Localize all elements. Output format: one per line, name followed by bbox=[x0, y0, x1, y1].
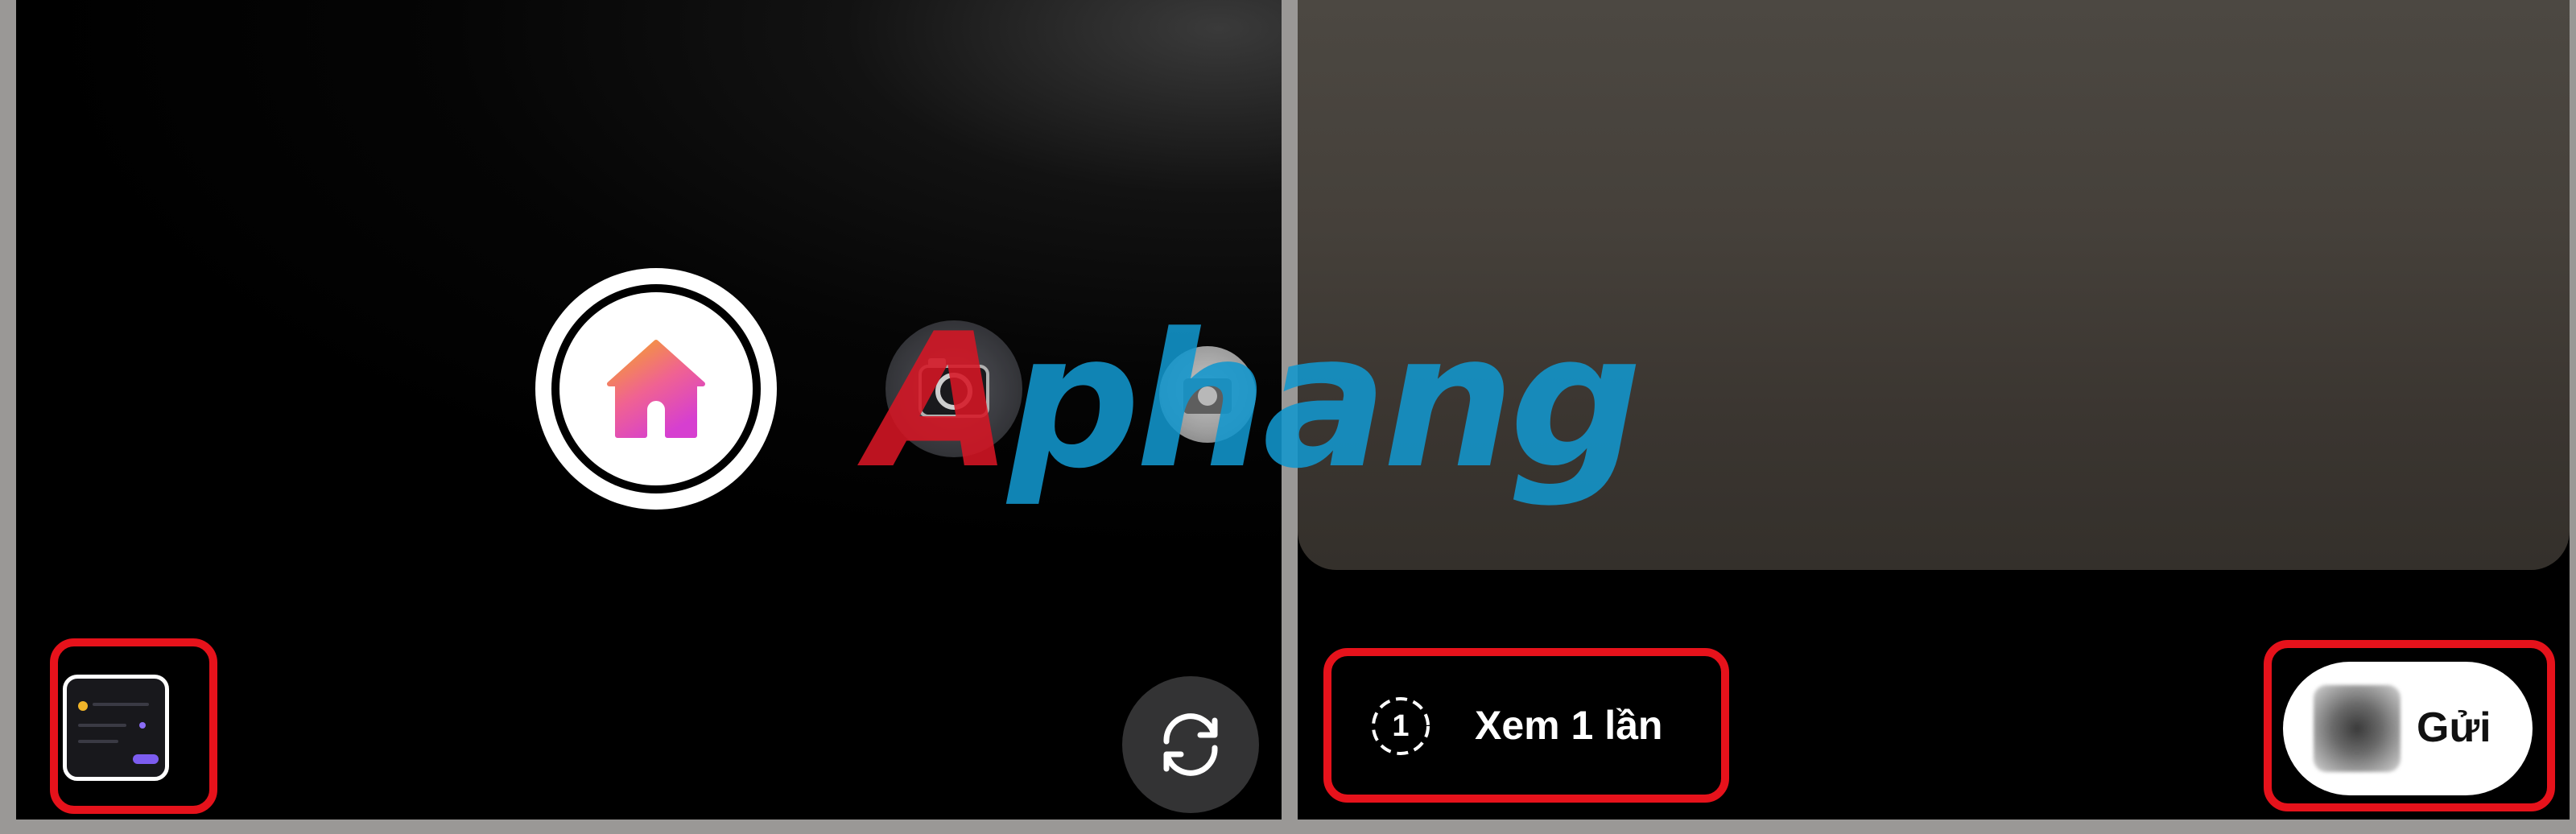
mode-camera-option[interactable] bbox=[886, 320, 1022, 457]
send-button[interactable]: Gửi bbox=[2283, 662, 2533, 795]
house-icon bbox=[607, 340, 705, 438]
flip-camera-icon bbox=[1163, 713, 1218, 776]
view-once-label: Xem 1 lần bbox=[1475, 703, 1663, 748]
view-once-toggle[interactable]: 1 Xem 1 lần bbox=[1320, 656, 1723, 797]
camera-icon bbox=[919, 358, 989, 418]
capture-button[interactable] bbox=[535, 268, 777, 510]
flip-camera-button[interactable] bbox=[1122, 676, 1259, 813]
gallery-thumbnail[interactable] bbox=[63, 675, 169, 781]
left-camera-screen bbox=[16, 0, 1282, 820]
right-send-screen: 1 Xem 1 lần Gửi bbox=[1298, 0, 2570, 820]
view-once-number: 1 bbox=[1392, 708, 1410, 743]
send-label: Gửi bbox=[2417, 704, 2491, 751]
mode-photo-option[interactable] bbox=[1159, 346, 1256, 443]
recipient-avatar bbox=[2314, 685, 2401, 772]
photo-icon bbox=[1183, 378, 1232, 414]
view-once-icon: 1 bbox=[1368, 694, 1433, 758]
captured-photo-preview bbox=[1298, 0, 2570, 570]
